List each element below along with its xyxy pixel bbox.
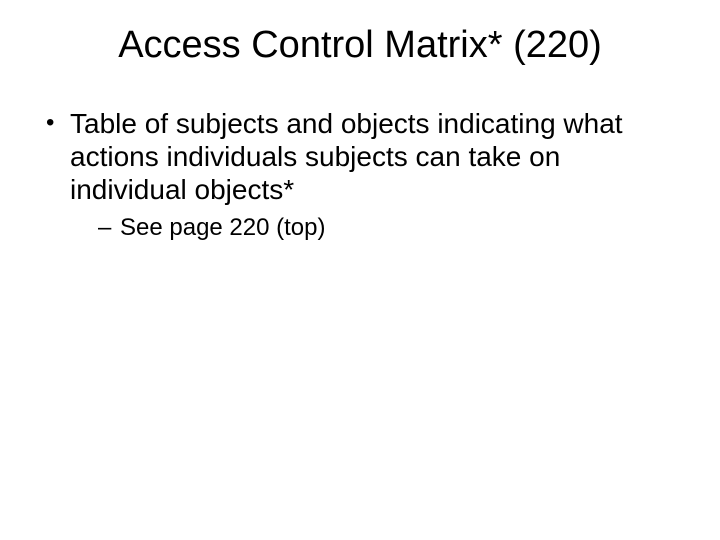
- list-item: Table of subjects and objects indicating…: [40, 107, 680, 243]
- bullet-list: Table of subjects and objects indicating…: [30, 107, 690, 243]
- sub-bullet-text: See page 220 (top): [120, 214, 326, 241]
- slide: Access Control Matrix* (220) Table of su…: [0, 0, 720, 540]
- slide-title: Access Control Matrix* (220): [30, 24, 690, 67]
- list-item: See page 220 (top): [98, 214, 680, 243]
- bullet-text: Table of subjects and objects indicating…: [70, 108, 623, 205]
- sub-bullet-list: See page 220 (top): [70, 214, 680, 243]
